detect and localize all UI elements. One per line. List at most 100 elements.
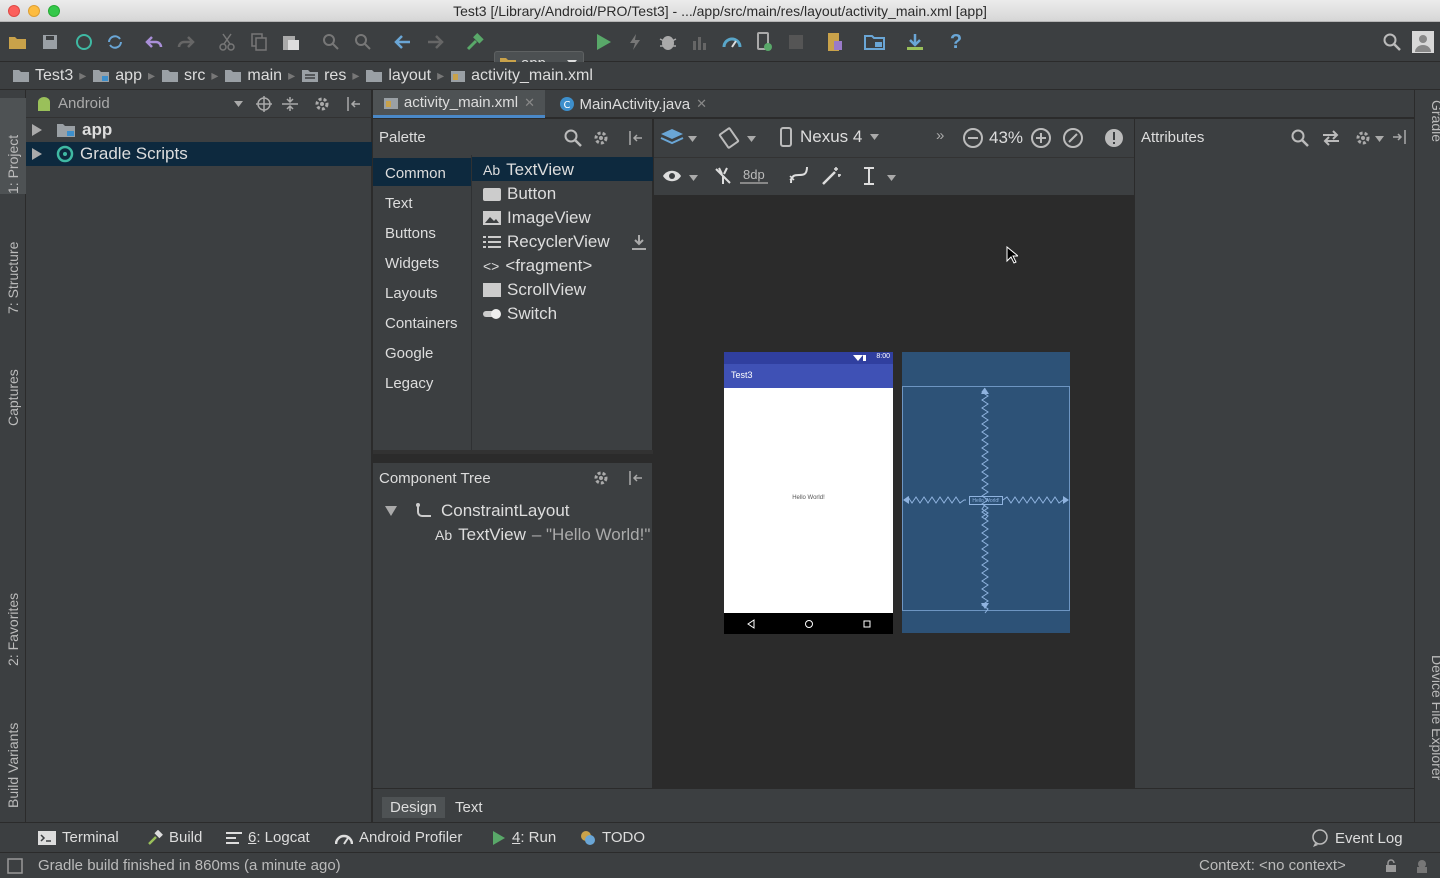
locate-icon[interactable] <box>256 96 272 112</box>
run-icon[interactable] <box>592 30 616 54</box>
android-profiler-button[interactable]: Android Profiler <box>335 829 462 846</box>
hide-panel-icon[interactable] <box>1391 129 1407 145</box>
design-surface-icon[interactable] <box>660 128 684 148</box>
project-view-selector[interactable]: Android <box>26 90 372 118</box>
palette-category-layouts[interactable]: Layouts <box>385 285 438 302</box>
autoconnect-off-icon[interactable] <box>713 166 733 186</box>
build-button[interactable]: Build <box>147 829 202 846</box>
tab-captures[interactable]: Captures <box>0 336 26 426</box>
avatar-icon[interactable] <box>1411 30 1435 54</box>
attach-icon[interactable] <box>752 30 776 54</box>
hide-panel-icon[interactable] <box>628 130 644 146</box>
tool-windows-toggle-icon[interactable] <box>7 858 23 874</box>
hector-icon[interactable] <box>1414 858 1430 874</box>
terminal-button[interactable]: Terminal <box>38 829 119 846</box>
palette-category-containers[interactable]: Containers <box>385 315 458 332</box>
tab-build-variants[interactable]: Build Variants <box>0 688 26 808</box>
palette-category-widgets[interactable]: Widgets <box>385 255 439 272</box>
tree-node-textview[interactable]: Ab TextView – "Hello World!" <box>435 525 650 545</box>
search-icon[interactable] <box>1380 30 1404 54</box>
tab-gradle[interactable]: Gradle <box>1419 100 1440 170</box>
tree-node-constraintlayout[interactable]: ConstraintLayout <box>385 501 570 521</box>
download-icon[interactable] <box>632 235 646 251</box>
copy-icon[interactable] <box>247 30 271 54</box>
breadcrumb-res[interactable]: res <box>301 67 346 85</box>
download-icon[interactable] <box>903 30 927 54</box>
sync-icon[interactable] <box>72 30 96 54</box>
build-icon[interactable] <box>463 30 487 54</box>
breadcrumb-main[interactable]: main <box>224 67 282 85</box>
overflow-icon[interactable]: » <box>936 127 944 144</box>
search-icon[interactable] <box>1291 129 1309 147</box>
warning-icon[interactable] <box>1104 128 1124 148</box>
tab-text[interactable]: Text <box>447 797 491 818</box>
tab-project[interactable]: 1: Project <box>0 98 26 194</box>
tab-main-activity-java[interactable]: C MainActivity.java ✕ <box>549 90 717 118</box>
tree-item-gradle-scripts[interactable]: Gradle Scripts <box>26 142 372 166</box>
palette-category-text[interactable]: Text <box>385 195 413 212</box>
tab-favorites[interactable]: 2: Favorites <box>0 562 26 666</box>
save-icon[interactable] <box>38 30 62 54</box>
replace-icon[interactable] <box>351 30 375 54</box>
orientation-icon[interactable] <box>718 127 740 149</box>
gear-icon[interactable] <box>593 130 611 146</box>
coverage-icon[interactable] <box>720 30 744 54</box>
palette-category-legacy[interactable]: Legacy <box>385 375 433 392</box>
zoom-out-icon[interactable] <box>962 127 984 149</box>
infer-constraints-icon[interactable] <box>821 166 841 186</box>
eye-icon[interactable] <box>662 169 682 183</box>
device-selector[interactable]: Nexus 4 <box>780 127 880 147</box>
gear-icon[interactable] <box>593 470 611 486</box>
palette-item-scrollview[interactable]: ScrollView <box>483 280 586 300</box>
palette-item-recyclerview[interactable]: RecyclerView <box>483 232 610 252</box>
palette-category-common[interactable]: Common <box>385 165 446 182</box>
gear-icon[interactable] <box>1355 130 1373 146</box>
swap-view-icon[interactable] <box>1322 129 1340 147</box>
tab-device-file-explorer[interactable]: Device File Explorer <box>1419 655 1440 815</box>
apply-changes-icon[interactable] <box>623 30 647 54</box>
forward-icon[interactable] <box>423 30 447 54</box>
hello-world-preview[interactable]: Hello World! <box>724 495 893 501</box>
blueprint-textview[interactable]: Hello World! <box>969 496 1003 505</box>
context-indicator[interactable]: Context: <no context> <box>1199 857 1346 874</box>
breadcrumb-project[interactable]: Test3 <box>12 67 73 85</box>
avd-icon[interactable] <box>823 30 847 54</box>
design-canvas[interactable]: 8:00 Test3 Hello World! Hello World! <box>654 197 1134 788</box>
palette-category-buttons[interactable]: Buttons <box>385 225 436 242</box>
tree-item-app[interactable]: app <box>26 118 372 142</box>
gear-icon[interactable] <box>314 96 330 112</box>
zoom-in-icon[interactable] <box>1030 127 1052 149</box>
default-margin-selector[interactable]: 8dp <box>740 167 768 184</box>
clear-constraints-icon[interactable] <box>788 166 810 186</box>
breadcrumb-src[interactable]: src <box>161 67 205 85</box>
palette-category-google[interactable]: Google <box>385 345 433 362</box>
hide-panel-icon[interactable] <box>628 470 644 486</box>
sdk-icon[interactable] <box>863 30 887 54</box>
tab-activity-main-xml[interactable]: activity_main.xml ✕ <box>373 90 545 118</box>
redo-icon[interactable] <box>174 30 198 54</box>
close-tab-icon[interactable]: ✕ <box>696 96 707 112</box>
debug-icon[interactable] <box>656 30 680 54</box>
cut-icon[interactable] <box>215 30 239 54</box>
palette-item-switch[interactable]: Switch <box>483 304 557 324</box>
profile-icon[interactable] <box>688 30 712 54</box>
search-icon[interactable] <box>564 129 582 147</box>
lock-icon[interactable] <box>1385 859 1397 873</box>
palette-item-imageview[interactable]: ImageView <box>483 208 591 228</box>
undo-icon[interactable] <box>142 30 166 54</box>
palette-item-textview[interactable]: Ab TextView <box>483 160 574 180</box>
run-button[interactable]: 4: Run <box>492 829 556 846</box>
breadcrumb-layout[interactable]: layout <box>365 67 431 85</box>
breadcrumb-app[interactable]: app <box>92 67 142 85</box>
find-icon[interactable] <box>319 30 343 54</box>
event-log-button[interactable]: Event Log <box>1311 829 1403 847</box>
help-icon[interactable]: ? <box>944 30 968 54</box>
palette-item-fragment[interactable]: <> <fragment> <box>483 256 592 276</box>
breadcrumb-file[interactable]: activity_main.xml <box>450 67 593 85</box>
blueprint-preview[interactable]: Hello World! <box>902 352 1070 633</box>
hide-panel-icon[interactable] <box>346 96 362 112</box>
design-preview[interactable]: 8:00 Test3 Hello World! <box>724 352 893 634</box>
zoom-fit-icon[interactable] <box>1062 127 1084 149</box>
collapse-all-icon[interactable] <box>282 96 298 112</box>
align-icon[interactable] <box>862 166 876 186</box>
